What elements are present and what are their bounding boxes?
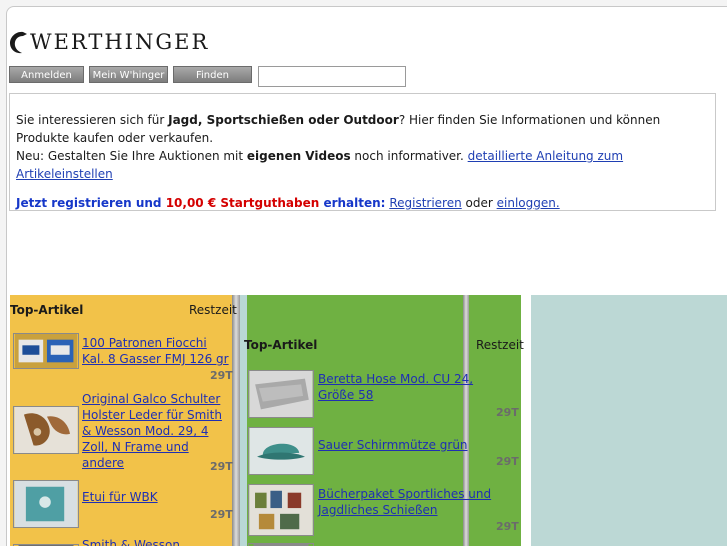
cap-image[interactable] <box>248 427 314 475</box>
left-item-link[interactable]: Etui für WBK <box>82 489 232 505</box>
logo-text: WERTHINGER <box>30 30 210 54</box>
mid-item-link[interactable]: Bücherpaket Sportliches und Jagdliches S… <box>318 486 513 518</box>
trousers-image[interactable] <box>248 370 314 418</box>
wbk-case-image[interactable] <box>13 480 79 528</box>
holster-image[interactable] <box>13 406 79 454</box>
find-button[interactable]: Finden <box>173 66 252 83</box>
left-item-link[interactable]: 100 Patronen Fiocchi Kal. 8 Gasser FMJ 1… <box>82 335 232 367</box>
mid-item-time: 29T <box>496 455 519 468</box>
mid-heading: Top-Artikel <box>244 338 318 352</box>
eagle-logo-icon <box>10 31 27 54</box>
mid-time-heading: Restzeit <box>476 338 524 352</box>
mid-item-time: 29T <box>496 406 519 419</box>
left-item-time: 29T <box>210 508 233 521</box>
left-item-time: 29T <box>210 460 233 473</box>
books-image[interactable] <box>248 484 314 536</box>
mid-item-link[interactable]: Beretta Hose Mod. CU 24, Größe 58 <box>318 371 513 403</box>
intro-videos: eigenen Videos <box>246 149 351 163</box>
mid-item-link[interactable]: Sauer Schirmmütze grün <box>318 437 513 453</box>
column-gap <box>240 295 247 546</box>
intro-line-2: Neu: Gestalten Sie Ihre Auktionen mit ei… <box>16 149 624 181</box>
logo[interactable]: WERTHINGER <box>7 25 209 59</box>
intro-topics: Jagd, Sportschießen oder Outdoor <box>168 113 399 127</box>
mid-item-time: 29T <box>496 520 519 533</box>
register-line: Jetzt registrieren und 10,00 € Startguth… <box>16 196 560 210</box>
left-item-link[interactable]: Original Galco Schulter Holster Leder fü… <box>82 391 234 471</box>
login-button[interactable]: Anmelden <box>9 66 84 83</box>
intro-line-1: Sie interessieren sich für Jagd, Sportsc… <box>16 113 661 145</box>
page-frame: WERTHINGER Anmelden Mein W'hinger Finden… <box>6 6 727 546</box>
intro-box: Sie interessieren sich für Jagd, Sportsc… <box>9 93 716 211</box>
register-link[interactable]: Registrieren <box>389 196 461 210</box>
ammo-box-image[interactable] <box>13 333 79 369</box>
my-account-button[interactable]: Mein W'hinger <box>89 66 168 83</box>
search-input[interactable] <box>258 66 406 87</box>
left-heading: Top-Artikel <box>10 303 84 317</box>
credit-amount: 10,00 € Startguthaben <box>165 196 320 210</box>
login-link[interactable]: einloggen. <box>497 196 560 210</box>
left-time-heading: Restzeit <box>189 303 237 317</box>
left-item-time: 29T <box>210 369 233 382</box>
right-column <box>531 295 727 546</box>
